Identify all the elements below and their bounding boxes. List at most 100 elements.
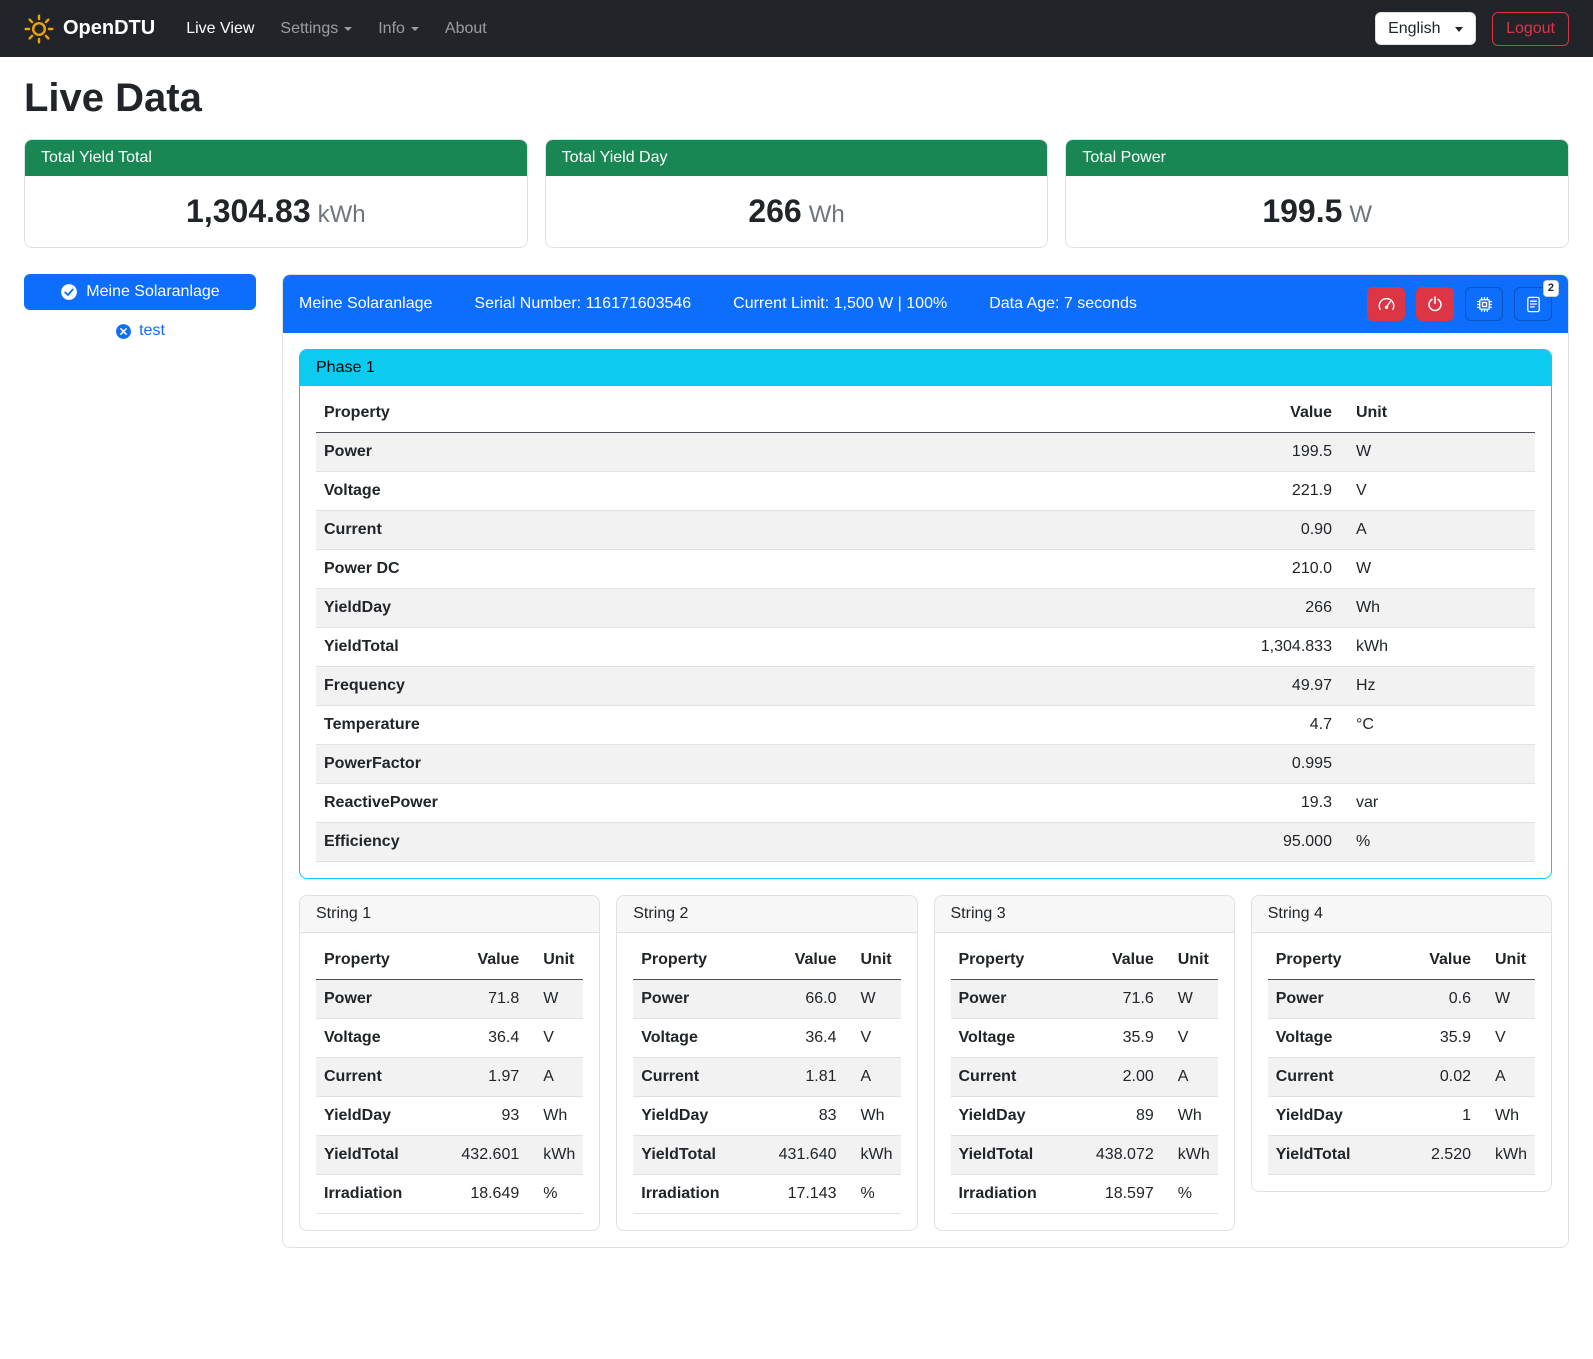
row-unit: kWh <box>1479 1136 1535 1175</box>
table-row: Voltage35.9V <box>1268 1019 1535 1058</box>
row-property: Voltage <box>633 1019 751 1058</box>
table-header-row: Property Value Unit <box>316 394 1535 433</box>
column-header-value: Value <box>752 941 845 980</box>
navbar: OpenDTU Live View Settings Info About En… <box>0 0 1593 57</box>
string-body: Property Value Unit Power71.6W Voltage35… <box>935 933 1234 1230</box>
table-row: Power71.8W <box>316 980 583 1019</box>
row-value: 93 <box>434 1097 527 1136</box>
table-row: Current1.81A <box>633 1058 900 1097</box>
row-value: 199.5 <box>929 433 1340 472</box>
column-header-unit: Unit <box>1479 941 1535 980</box>
inverter-card-header: Meine Solaranlage Serial Number: 1161716… <box>283 275 1568 333</box>
row-value: 1.97 <box>434 1058 527 1097</box>
row-unit: Wh <box>845 1097 901 1136</box>
card-value: 199.5 <box>1262 193 1342 229</box>
string-card-1: String 1 Property Value Unit <box>299 895 600 1231</box>
row-unit: % <box>1340 823 1535 862</box>
language-select[interactable]: English <box>1375 12 1476 45</box>
strings-row: String 1 Property Value Unit <box>299 895 1552 1231</box>
cpu-icon <box>1475 295 1494 314</box>
row-property: Power <box>1268 980 1397 1019</box>
table-row: YieldTotal438.072kWh <box>951 1136 1218 1175</box>
row-property: YieldTotal <box>951 1136 1069 1175</box>
string-body: Property Value Unit Power0.6W Voltage35.… <box>1252 933 1551 1191</box>
row-property: Power <box>316 980 434 1019</box>
row-value: 49.97 <box>929 667 1340 706</box>
table-row: Temperature4.7°C <box>316 706 1535 745</box>
table-row: Current0.02A <box>1268 1058 1535 1097</box>
sidebar-item-label: test <box>139 322 165 340</box>
row-unit: Wh <box>1340 589 1535 628</box>
card-unit: W <box>1349 201 1372 228</box>
card-title: Total Yield Day <box>546 140 1048 176</box>
row-unit: A <box>1162 1058 1218 1097</box>
row-property: YieldDay <box>316 589 929 628</box>
row-unit: % <box>1162 1175 1218 1214</box>
row-property: Power DC <box>316 550 929 589</box>
row-unit: W <box>527 980 583 1019</box>
string-title: String 1 <box>300 896 599 933</box>
logout-button[interactable]: Logout <box>1492 12 1569 46</box>
table-row: YieldDay266Wh <box>316 589 1535 628</box>
sidebar-item-inverter-test[interactable]: test <box>115 322 165 340</box>
brand-label: OpenDTU <box>63 17 155 40</box>
nav-item-settings[interactable]: Settings <box>267 12 365 46</box>
column-header-unit: Unit <box>1340 394 1535 433</box>
string-title: String 4 <box>1252 896 1551 933</box>
limit-settings-button[interactable] <box>1367 287 1405 321</box>
row-property: Irradiation <box>951 1175 1069 1214</box>
page-container: Live Data Total Yield Total 1,304.83kWh … <box>0 76 1593 1274</box>
device-info-button[interactable] <box>1465 287 1503 321</box>
table-row: Voltage221.9V <box>316 472 1535 511</box>
navbar-left: OpenDTU Live View Settings Info About <box>24 12 500 46</box>
event-log-button[interactable]: 2 <box>1514 287 1552 321</box>
column-header-property: Property <box>316 941 434 980</box>
column-header-unit: Unit <box>845 941 901 980</box>
row-unit: kWh <box>527 1136 583 1175</box>
language-select-wrap: English <box>1375 12 1476 45</box>
row-unit: var <box>1340 784 1535 823</box>
brand[interactable]: OpenDTU <box>24 14 155 44</box>
table-row: Power71.6W <box>951 980 1218 1019</box>
row-value: 35.9 <box>1069 1019 1162 1058</box>
table-row: YieldTotal1,304.833kWh <box>316 628 1535 667</box>
inverter-name: Meine Solaranlage <box>299 295 432 313</box>
string-table: Property Value Unit Power66.0W Voltage36… <box>633 941 900 1214</box>
row-property: Frequency <box>316 667 929 706</box>
row-unit: W <box>1162 980 1218 1019</box>
row-unit: W <box>1479 980 1535 1019</box>
row-property: YieldTotal <box>316 1136 434 1175</box>
row-property: Current <box>1268 1058 1397 1097</box>
row-property: Power <box>316 433 929 472</box>
table-row: YieldTotal432.601kWh <box>316 1136 583 1175</box>
nav-item-live-view[interactable]: Live View <box>173 12 267 46</box>
column-header-property: Property <box>633 941 751 980</box>
row-unit: kWh <box>845 1136 901 1175</box>
power-button[interactable] <box>1416 287 1454 321</box>
row-value: 0.6 <box>1397 980 1479 1019</box>
nav-item-info[interactable]: Info <box>365 12 432 46</box>
sidebar-item-inverter-active[interactable]: Meine Solaranlage <box>24 274 256 310</box>
inverter-sidebar: Meine Solaranlage test <box>24 274 256 340</box>
row-value: 0.02 <box>1397 1058 1479 1097</box>
row-unit: A <box>527 1058 583 1097</box>
row-unit: W <box>1340 550 1535 589</box>
row-property: Current <box>633 1058 751 1097</box>
row-property: Irradiation <box>633 1175 751 1214</box>
inverter-data-age: Data Age: 7 seconds <box>989 295 1137 313</box>
row-value: 210.0 <box>929 550 1340 589</box>
content-row: Meine Solaranlage test Meine Solaranlage… <box>24 274 1569 1248</box>
row-unit: kWh <box>1340 628 1535 667</box>
row-value: 19.3 <box>929 784 1340 823</box>
row-value: 71.8 <box>434 980 527 1019</box>
row-unit: % <box>845 1175 901 1214</box>
row-value: 95.000 <box>929 823 1340 862</box>
row-property: YieldDay <box>633 1097 751 1136</box>
table-header-row: Property Value Unit <box>316 941 583 980</box>
table-row: YieldDay83Wh <box>633 1097 900 1136</box>
nav-item-about[interactable]: About <box>432 12 500 46</box>
row-unit: °C <box>1340 706 1535 745</box>
row-value: 18.597 <box>1069 1175 1162 1214</box>
navbar-right: English Logout <box>1375 12 1569 46</box>
table-row: Voltage36.4V <box>633 1019 900 1058</box>
